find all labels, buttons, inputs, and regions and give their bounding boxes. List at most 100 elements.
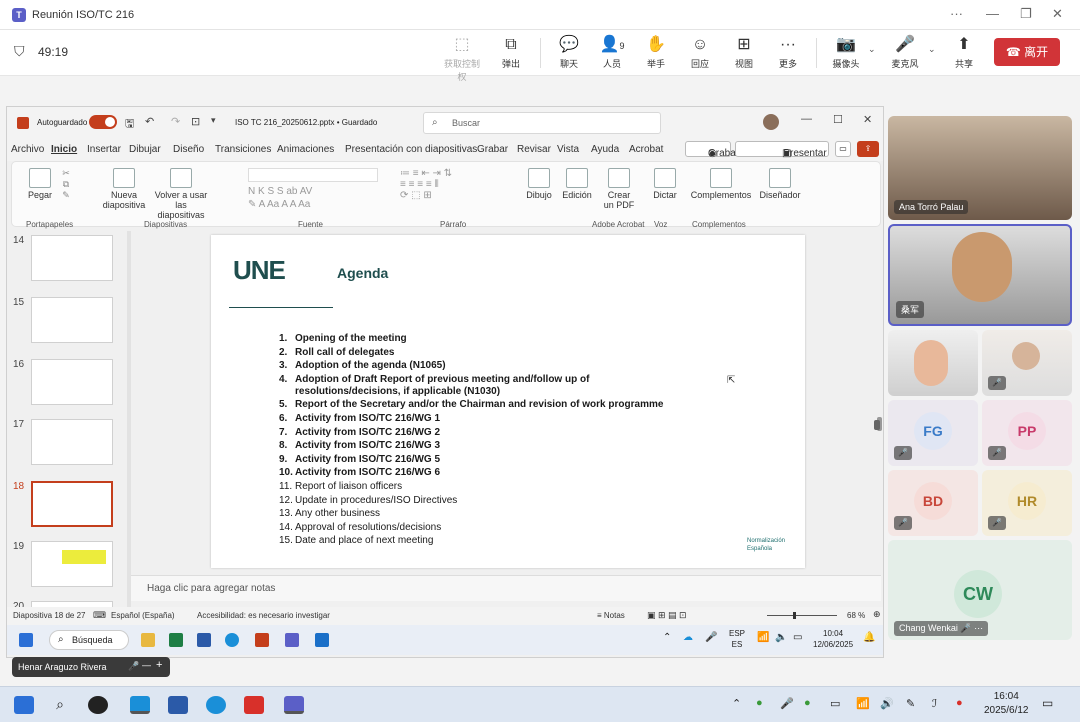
- battery-icon[interactable]: ▭: [830, 697, 840, 710]
- powerpoint-icon[interactable]: [255, 633, 269, 647]
- pen-icon[interactable]: ✎: [906, 697, 915, 710]
- slide-scrollbar[interactable]: [875, 231, 883, 571]
- raise-hand-button[interactable]: ✋ 举手: [634, 35, 678, 70]
- app-tray-icon[interactable]: ●: [956, 697, 963, 709]
- mic-off-icon[interactable]: 🎤: [705, 632, 717, 643]
- outlook-icon[interactable]: [315, 633, 329, 647]
- tab-animaciones[interactable]: Animaciones: [277, 144, 334, 155]
- slide-thumbnail[interactable]: [31, 359, 113, 405]
- tab-inicio[interactable]: Inicio: [51, 144, 77, 155]
- app-tray-icon[interactable]: ●: [756, 697, 763, 709]
- tab-dibujar[interactable]: Dibujar: [129, 144, 161, 155]
- tab-insertar[interactable]: Insertar: [87, 144, 121, 155]
- participant-tile[interactable]: 🎤: [982, 330, 1072, 396]
- presenter-tag[interactable]: Henar Araguzo Rivera 🎤 — +: [12, 657, 170, 677]
- close-icon[interactable]: ✕: [863, 113, 872, 126]
- notes-toggle[interactable]: ≡ Notas: [597, 611, 625, 620]
- customize-icon[interactable]: ▾: [211, 115, 216, 126]
- panel-scrollbar[interactable]: [874, 420, 880, 430]
- create-pdf-button[interactable]: Crear un PDF: [602, 168, 636, 210]
- chevron-down-icon[interactable]: ⌄: [928, 44, 936, 55]
- participant-tile[interactable]: CW Chang Wenkai 🎤 ···: [888, 540, 1072, 640]
- view-button[interactable]: ⊞ 视图: [722, 35, 766, 70]
- language-indicator[interactable]: ESP ES: [729, 628, 745, 650]
- redo-icon[interactable]: ↷: [171, 115, 180, 128]
- tab-diseno[interactable]: Diseño: [173, 144, 204, 155]
- close-icon[interactable]: ✕: [1052, 6, 1063, 22]
- participant-tile[interactable]: PP 🎤: [982, 400, 1072, 466]
- share-button[interactable]: ⬆ 共享: [942, 35, 986, 70]
- app-icon[interactable]: [130, 696, 150, 714]
- tab-vista[interactable]: Vista: [557, 144, 579, 155]
- minimize-icon[interactable]: —: [986, 6, 999, 21]
- more-button[interactable]: ··· 更多: [766, 35, 810, 70]
- reuse-slides-button[interactable]: Volver a usar las diapositivas: [152, 168, 210, 220]
- notes-pane[interactable]: Haga clic para agregar notas: [131, 575, 881, 601]
- windows-start-icon[interactable]: [19, 633, 33, 647]
- pdf-icon[interactable]: [244, 696, 264, 714]
- mic-icon[interactable]: 🎤: [780, 697, 794, 710]
- input-icon[interactable]: ℐ: [932, 697, 937, 710]
- teams-icon[interactable]: [284, 696, 304, 714]
- maximize-icon[interactable]: ❐: [1020, 6, 1032, 22]
- excel-icon[interactable]: [169, 633, 183, 647]
- slide-thumbnail[interactable]: [31, 419, 113, 465]
- edge-icon[interactable]: [225, 633, 239, 647]
- tab-acrobat[interactable]: Acrobat: [629, 144, 663, 155]
- participant-tile[interactable]: [888, 330, 978, 396]
- file-explorer-icon[interactable]: [141, 633, 155, 647]
- wifi-icon[interactable]: 📶: [757, 632, 769, 643]
- onedrive-icon[interactable]: ☁: [683, 632, 693, 643]
- word-icon[interactable]: [168, 696, 188, 714]
- chevron-up-icon[interactable]: ⌃: [663, 632, 671, 643]
- tab-archivo[interactable]: Archivo: [11, 144, 44, 155]
- participant-tile[interactable]: Ana Torró Palau: [888, 116, 1072, 220]
- participant-tile[interactable]: BD 🎤: [888, 470, 978, 536]
- draw-button[interactable]: Dibujo: [522, 168, 556, 200]
- normal-view-icon[interactable]: ▣ ⊞ ▤ ⊡: [647, 610, 687, 621]
- tab-revisar[interactable]: Revisar: [517, 144, 551, 155]
- autosave-toggle[interactable]: [89, 115, 117, 129]
- chat-button[interactable]: 💬 聊天: [547, 35, 591, 70]
- participant-tile[interactable]: FG 🎤: [888, 400, 978, 466]
- search-box[interactable]: ⌕ Buscar: [423, 112, 661, 134]
- popout-button[interactable]: ⧉ 弹出: [489, 35, 533, 70]
- slide-thumbnail[interactable]: [31, 541, 113, 587]
- file-name[interactable]: ISO TC 216_20250612.pptx • Guardado: [235, 118, 377, 127]
- save-icon[interactable]: 🖫: [125, 115, 134, 134]
- search-icon[interactable]: ⌕: [50, 696, 70, 714]
- addins-button[interactable]: Complementos: [690, 168, 752, 200]
- present-icon[interactable]: ⊡: [191, 115, 200, 128]
- chevron-up-icon[interactable]: ⌃: [732, 697, 741, 710]
- battery-icon[interactable]: ▭: [793, 632, 802, 643]
- share-icon[interactable]: ⇪: [857, 141, 879, 157]
- teams-icon[interactable]: [285, 633, 299, 647]
- browser-icon[interactable]: [206, 696, 226, 714]
- record-button[interactable]: ◉ Grabar: [685, 141, 739, 159]
- participant-tile[interactable]: HR 🎤: [982, 470, 1072, 536]
- fit-icon[interactable]: ⊕: [873, 609, 881, 620]
- leave-button[interactable]: ☎ 离开: [994, 38, 1060, 66]
- tab-ayuda[interactable]: Ayuda: [591, 144, 619, 155]
- font-controls[interactable]: N K S S ab AV ✎ A Aa A A Aa: [248, 168, 388, 212]
- app-tray-icon[interactable]: ●: [804, 697, 811, 709]
- participant-tile-active[interactable]: 桑军: [888, 224, 1072, 326]
- undo-icon[interactable]: ↶: [145, 115, 154, 128]
- dictate-button[interactable]: Dictar: [648, 168, 682, 200]
- cut-icon[interactable]: ✂ ⧉ ✎: [58, 168, 74, 201]
- minimize-icon[interactable]: —: [801, 113, 812, 125]
- accessibility-status[interactable]: Accesibilidad: es necesario investigar: [197, 611, 330, 620]
- spellcheck-icon[interactable]: ⌨: [93, 610, 106, 621]
- add-icon[interactable]: +: [156, 659, 162, 671]
- edit-button[interactable]: Edición: [560, 168, 594, 200]
- thumbnail-scrollbar[interactable]: [127, 231, 131, 619]
- word-icon[interactable]: [197, 633, 211, 647]
- designer-button[interactable]: Diseñador: [758, 168, 802, 200]
- volume-icon[interactable]: 🔈: [775, 632, 787, 643]
- chevron-down-icon[interactable]: ⌄: [868, 44, 876, 55]
- react-button[interactable]: ☺ 回应: [678, 35, 722, 70]
- slide-thumbnail[interactable]: [31, 235, 113, 281]
- clock[interactable]: 16:04 2025/6/12: [984, 690, 1029, 718]
- present-in-teams-button[interactable]: ▣ Presentar en Teams: [735, 141, 829, 173]
- people-button[interactable]: 👤9 人员: [590, 35, 634, 70]
